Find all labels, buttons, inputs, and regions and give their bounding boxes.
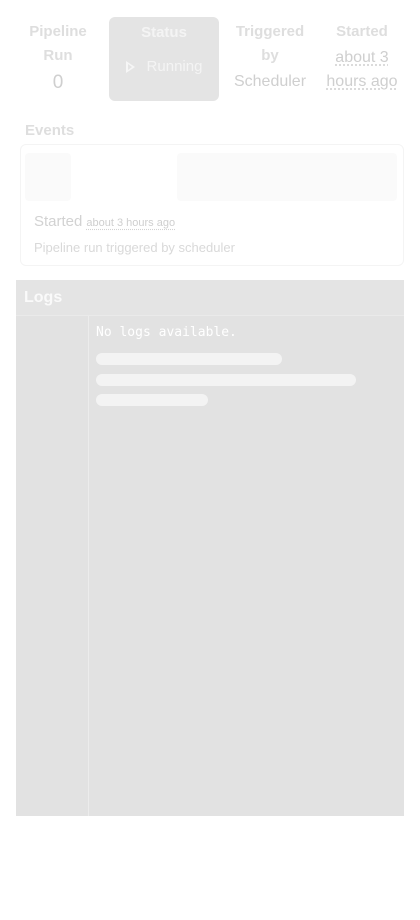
events-panel: Started about 3 hours ago Pipeline run tr… <box>20 144 404 266</box>
event-time[interactable]: about 3 hours ago <box>86 217 175 229</box>
play-icon <box>125 60 135 73</box>
log-skeleton-line <box>96 353 282 365</box>
triggered-by-label: Triggered by <box>235 23 305 64</box>
started-card: Started about 3 hours ago <box>320 20 404 100</box>
events-title: Events <box>25 122 75 139</box>
status-value: Running <box>146 58 203 75</box>
pipeline-run-value: 0 <box>52 72 64 93</box>
event-skeleton-icon <box>25 153 71 201</box>
event-description: Pipeline run triggered by scheduler <box>34 240 235 255</box>
event-skeleton-bar <box>177 153 397 201</box>
triggered-by-card: Triggered by Scheduler <box>228 20 312 100</box>
logs-title: Logs <box>24 289 63 306</box>
status-card: Status Running <box>109 17 219 101</box>
status-badge: Running <box>109 58 219 75</box>
pipeline-run-label: Pipeline Run <box>29 23 87 64</box>
logs-header: Logs <box>16 280 404 316</box>
logs-line-gutter <box>16 316 89 816</box>
started-time[interactable]: about 3 hours ago <box>320 46 404 94</box>
triggered-by-value: Scheduler <box>233 73 307 90</box>
status-label: Status <box>141 24 187 41</box>
logs-empty-message: No logs available. <box>96 325 237 340</box>
log-skeleton-line <box>96 374 356 386</box>
list-item: Started about 3 hours ago <box>34 213 175 230</box>
logs-panel[interactable]: Logs No logs available. <box>16 280 404 816</box>
event-label: Started <box>34 213 83 230</box>
started-label: Started <box>336 23 388 40</box>
log-skeleton-line <box>96 394 208 406</box>
pipeline-run-card: Pipeline Run 0 <box>24 20 92 100</box>
